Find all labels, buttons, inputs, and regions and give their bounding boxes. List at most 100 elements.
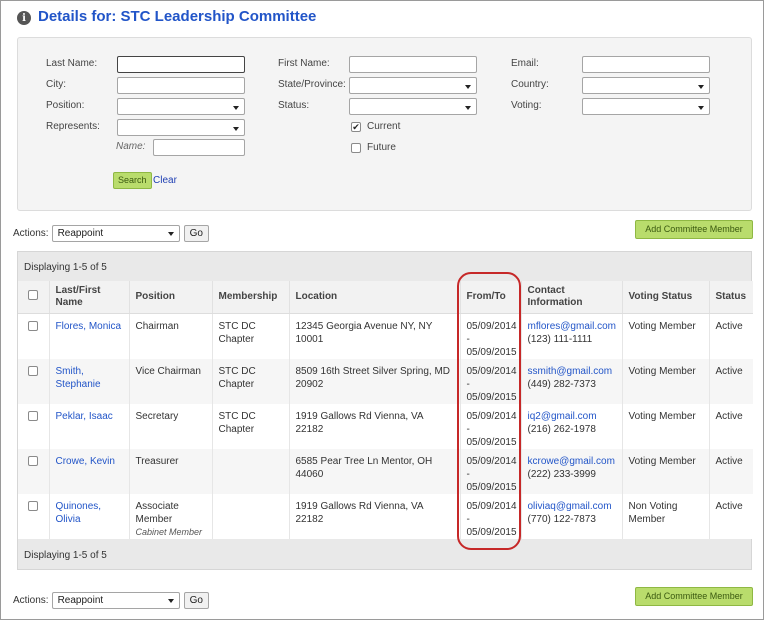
position-text: Treasurer bbox=[135, 455, 179, 467]
represents-label: Represents: bbox=[46, 121, 100, 132]
voting-status-text: Voting Member bbox=[628, 365, 696, 377]
date-separator: - bbox=[466, 333, 470, 345]
position-text: Chairman bbox=[135, 320, 179, 332]
display-count-top: Displaying 1-5 of 5 bbox=[24, 262, 107, 273]
row-select-cell bbox=[18, 404, 49, 449]
future-checkbox[interactable] bbox=[351, 143, 361, 153]
to-date: 05/09/2015 bbox=[466, 346, 517, 358]
represents-select[interactable] bbox=[117, 119, 245, 136]
membership-text: STC DC Chapter bbox=[218, 365, 256, 390]
select-all-header bbox=[18, 281, 49, 314]
email-link[interactable]: ssmith@gmail.com bbox=[528, 365, 616, 378]
to-date: 05/09/2015 bbox=[466, 436, 517, 448]
column-header[interactable]: Last/First Name bbox=[48, 281, 129, 314]
email-link[interactable]: iq2@gmail.com bbox=[528, 410, 616, 423]
row-checkbox[interactable] bbox=[28, 500, 39, 511]
members-grid: Displaying 1-5 of 5 Last/First Name Posi… bbox=[17, 251, 753, 570]
column-header[interactable]: From/To bbox=[459, 281, 521, 314]
phone-text: (449) 282-7373 bbox=[527, 378, 596, 390]
phone-text: (770) 122-7873 bbox=[527, 513, 596, 525]
city-label: City: bbox=[46, 79, 66, 90]
clear-link[interactable]: Clear bbox=[153, 175, 177, 186]
location-text: 1919 Gallows Rd Vienna, VA 22182 bbox=[295, 410, 424, 435]
select-all-checkbox[interactable] bbox=[28, 290, 39, 301]
member-name-link[interactable]: Quinones, Olivia bbox=[56, 501, 102, 525]
column-header[interactable]: Status bbox=[708, 281, 753, 314]
table-row: Crowe, Kevin Treasurer 6585 Pear Tree Ln… bbox=[18, 448, 753, 494]
search-button[interactable]: Search bbox=[113, 172, 152, 189]
actions-bar-bottom: Actions: Reappoint Go bbox=[13, 592, 209, 609]
members-table: Last/First Name Position Membership Loca… bbox=[18, 281, 753, 539]
table-header-row: Last/First Name Position Membership Loca… bbox=[18, 281, 753, 314]
actions-bar-top: Actions: Reappoint Go bbox=[13, 225, 209, 242]
position-select[interactable] bbox=[117, 98, 245, 115]
voting-label: Voting: bbox=[511, 100, 542, 111]
country-label: Country: bbox=[511, 79, 549, 90]
email-link[interactable]: mflores@gmail.com bbox=[528, 320, 617, 333]
to-date: 05/09/2015 bbox=[466, 391, 517, 403]
row-checkbox[interactable] bbox=[28, 365, 39, 376]
row-checkbox[interactable] bbox=[28, 410, 39, 421]
column-header[interactable]: Position bbox=[128, 281, 212, 314]
first-name-input[interactable] bbox=[349, 56, 477, 73]
current-checkbox[interactable]: ✔ bbox=[351, 122, 361, 132]
add-committee-member-button[interactable]: Add Committee Member bbox=[635, 587, 753, 606]
chevron-down-icon bbox=[698, 106, 704, 110]
status-select[interactable] bbox=[349, 98, 477, 115]
table-row: Flores, Monica Chairman STC DC Chapter 1… bbox=[18, 313, 753, 359]
phone-text: (123) 111-1111 bbox=[527, 333, 593, 345]
column-header[interactable]: Location bbox=[288, 281, 460, 314]
email-link[interactable]: kcrowe@gmail.com bbox=[528, 455, 616, 468]
search-panel: Last Name: First Name: Email: City: Stat… bbox=[17, 37, 752, 211]
page-header: i Details for: STC Leadership Committee bbox=[17, 8, 316, 25]
column-header[interactable]: Membership bbox=[211, 281, 289, 314]
name-input[interactable] bbox=[153, 139, 245, 156]
row-checkbox[interactable] bbox=[28, 455, 39, 466]
member-name-link[interactable]: Peklar, Isaac bbox=[56, 411, 113, 422]
from-date: 05/09/2014 bbox=[466, 455, 517, 467]
from-date: 05/09/2014 bbox=[466, 500, 517, 512]
status-text: Active bbox=[715, 365, 743, 377]
voting-status-text: Non Voting Member bbox=[628, 500, 678, 525]
add-committee-member-button[interactable]: Add Committee Member bbox=[635, 220, 753, 239]
row-select-cell bbox=[18, 494, 49, 539]
city-input[interactable] bbox=[117, 77, 245, 94]
chevron-down-icon bbox=[167, 599, 174, 603]
email-input[interactable] bbox=[582, 56, 710, 73]
row-select-cell bbox=[18, 448, 49, 494]
phone-text: (222) 233-3999 bbox=[527, 468, 596, 480]
column-header[interactable]: Voting Status bbox=[621, 281, 709, 314]
location-text: 8509 16th Street Silver Spring, MD 20902 bbox=[295, 365, 451, 390]
location-text: 12345 Georgia Avenue NY, NY 10001 bbox=[295, 320, 433, 345]
state-label: State/Province: bbox=[278, 79, 346, 90]
member-name-link[interactable]: Smith, Stephanie bbox=[56, 366, 101, 390]
date-separator: - bbox=[466, 513, 470, 525]
voting-status-text: Voting Member bbox=[628, 410, 696, 422]
actions-select[interactable]: Reappoint bbox=[51, 225, 180, 242]
country-select[interactable] bbox=[582, 77, 710, 94]
actions-selected-value: Reappoint bbox=[57, 595, 104, 606]
actions-label: Actions: bbox=[13, 595, 49, 606]
go-button[interactable]: Go bbox=[183, 225, 209, 242]
row-checkbox[interactable] bbox=[28, 320, 39, 331]
table-row: Peklar, Isaac Secretary STC DC Chapter 1… bbox=[18, 403, 753, 449]
status-text: Active bbox=[715, 500, 743, 512]
page-title: Details for: STC Leadership Committee bbox=[38, 8, 317, 25]
current-label: Current bbox=[367, 121, 401, 132]
actions-select[interactable]: Reappoint bbox=[51, 592, 180, 609]
member-name-link[interactable]: Crowe, Kevin bbox=[56, 456, 115, 467]
display-count-bottom: Displaying 1-5 of 5 bbox=[24, 550, 107, 561]
go-button[interactable]: Go bbox=[183, 592, 209, 609]
last-name-input[interactable] bbox=[117, 56, 245, 73]
from-date: 05/09/2014 bbox=[466, 365, 517, 377]
member-name-link[interactable]: Flores, Monica bbox=[56, 321, 122, 332]
column-header[interactable]: Contact Information bbox=[520, 281, 622, 314]
email-link[interactable]: oliviaq@gmail.com bbox=[528, 500, 616, 513]
chevron-down-icon bbox=[465, 85, 471, 89]
position-text: Vice Chairman bbox=[135, 365, 201, 377]
state-select[interactable] bbox=[349, 77, 477, 94]
chevron-down-icon bbox=[698, 85, 704, 89]
voting-select[interactable] bbox=[582, 98, 710, 115]
date-separator: - bbox=[466, 378, 470, 390]
location-text: 1919 Gallows Rd Vienna, VA 22182 bbox=[295, 500, 424, 525]
